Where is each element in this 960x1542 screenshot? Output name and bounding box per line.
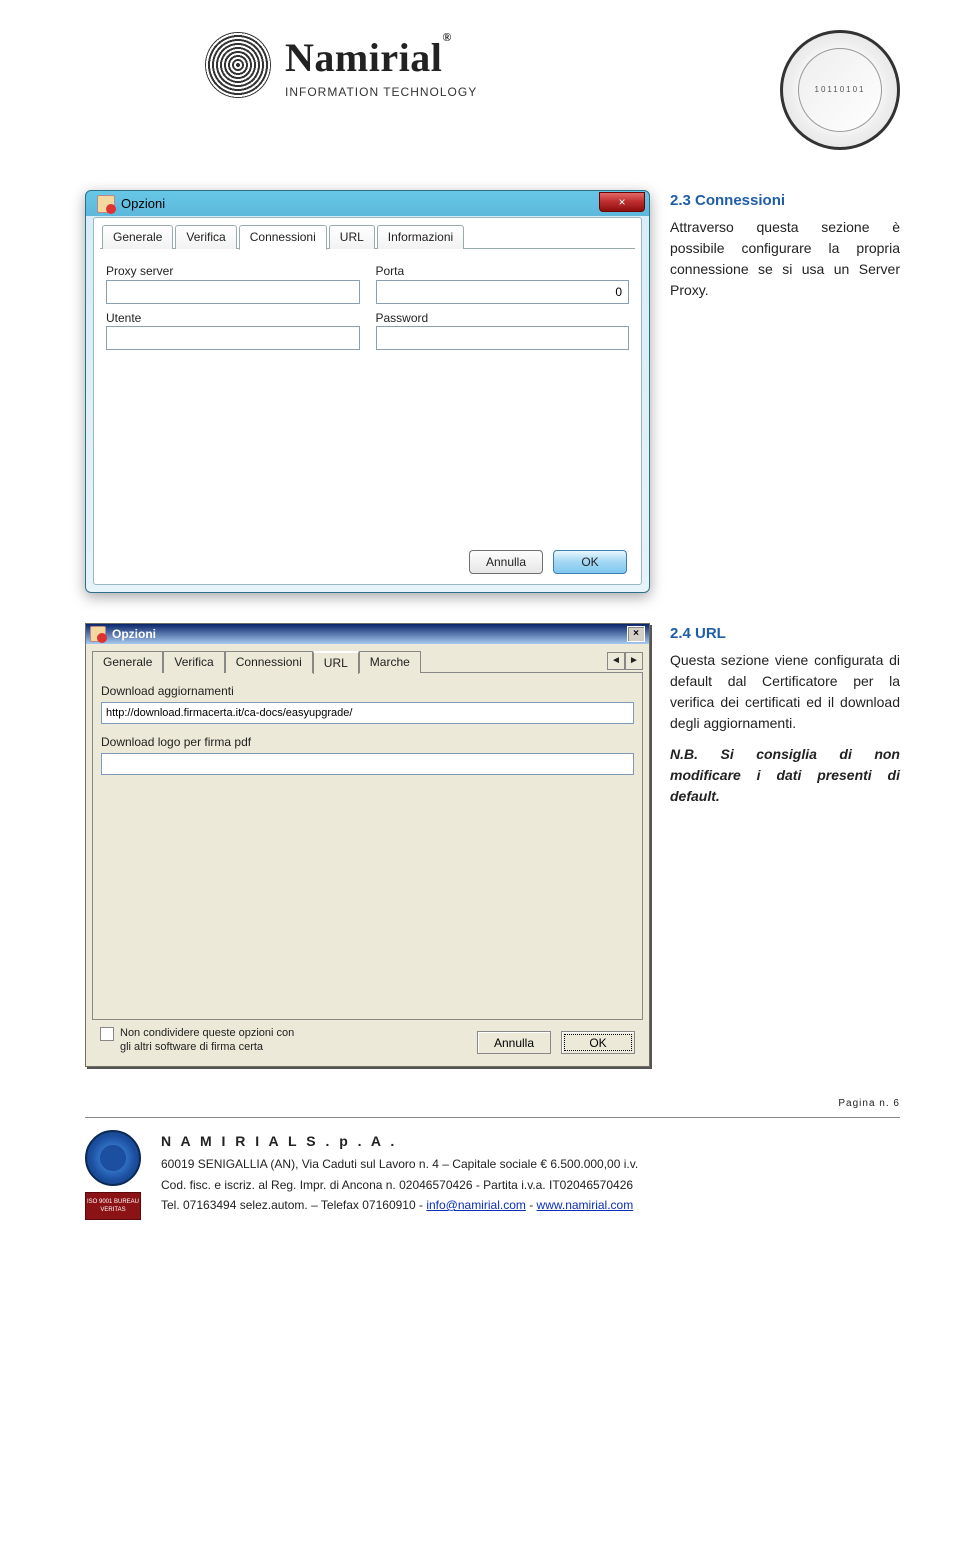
ok-button[interactable]: OK [561,1031,635,1054]
stamp-inner: 10110101 [798,48,882,132]
port-label: Porta [376,263,630,280]
cancel-button[interactable]: Annulla [469,550,543,574]
page-number: Pagina n. 6 [85,1097,900,1111]
section-body: Questa sezione viene configurata di defa… [670,652,900,731]
tab-url[interactable]: URL [313,651,359,674]
window-title: Opzioni [112,626,156,643]
tab-verifica[interactable]: Verifica [163,651,224,673]
download-logo-input[interactable] [101,753,634,775]
download-logo-label: Download logo per firma pdf [101,734,634,751]
footer-sep: - [526,1198,537,1212]
divider [85,1117,900,1118]
app-icon [97,195,115,213]
user-label: Utente [106,310,360,327]
footer-email-link[interactable]: info@namirial.com [426,1198,526,1212]
brand-text: Namirial® INFORMATION TECHNOLOGY [285,30,477,101]
certification-stamp-icon: 10110101 [780,30,900,150]
tab-informazioni[interactable]: Informazioni [377,225,464,249]
company-name: N A M I R I A L S . p . A . [161,1130,900,1154]
port-input[interactable] [376,280,630,304]
section-title: 2.3 Connessioni [670,190,900,213]
tab-connessioni[interactable]: Connessioni [225,651,313,673]
section-title: 2.4 URL [670,623,900,646]
page-header: Namirial® INFORMATION TECHNOLOGY 1011010… [85,30,900,150]
ok-button[interactable]: OK [553,550,627,574]
brand-tagline: INFORMATION TECHNOLOGY [285,84,477,101]
share-options-label: Non condividere queste opzioni con gli a… [120,1026,300,1055]
tab-verifica[interactable]: Verifica [175,225,236,249]
footer-line1: 60019 SENIGALLIA (AN), Via Caduti sul La… [161,1154,900,1174]
tab-row: Generale Verifica Connessioni URL Marche… [92,650,643,673]
close-button[interactable]: × [627,626,645,642]
dialog-titlebar[interactable]: Opzioni [93,191,642,217]
tab-row: Generale Verifica Connessioni URL Inform… [100,224,635,249]
brand-logo-icon [205,32,271,98]
close-button[interactable]: × [599,192,645,212]
tab-generale[interactable]: Generale [102,225,173,249]
page-footer: ISO 9001 BUREAU VERITAS N A M I R I A L … [85,1130,900,1220]
note-body: Si consiglia di non modificare i dati pr… [670,746,900,804]
bureau-veritas-badge-icon: ISO 9001 BUREAU VERITAS [85,1192,141,1220]
tab-scroll-right[interactable]: ► [625,652,643,670]
footer-web-link[interactable]: www.namirial.com [537,1198,634,1212]
tab-generale[interactable]: Generale [92,651,163,673]
download-updates-label: Download aggiornamenti [101,683,634,700]
dialog-connessioni: Opzioni × Generale Verifica Connessioni … [85,190,650,593]
section-text-url: 2.4 URL Questa sezione viene configurata… [670,623,900,807]
tab-scroll-left[interactable]: ◄ [607,652,625,670]
accredia-badge-icon [85,1130,141,1186]
share-options-checkbox[interactable]: Non condividere queste opzioni con gli a… [100,1026,300,1055]
download-updates-input[interactable] [101,702,634,724]
dialog-url: Opzioni × Generale Verifica Connessioni … [85,623,650,1067]
password-label: Password [376,310,630,327]
section-text-connessioni: 2.3 Connessioni Attraverso questa sezion… [670,190,900,301]
brand-reg: ® [442,30,451,44]
cancel-button[interactable]: Annulla [477,1031,551,1054]
user-input[interactable] [106,326,360,350]
footer-line2: Cod. fisc. e iscriz. al Reg. Impr. di An… [161,1175,900,1195]
password-input[interactable] [376,326,630,350]
window-title: Opzioni [121,195,165,213]
brand-name-text: Namirial [285,35,442,80]
proxy-input[interactable] [106,280,360,304]
proxy-label: Proxy server [106,263,360,280]
app-icon [90,626,106,642]
note-label: N.B. [670,746,698,762]
brand-block: Namirial® INFORMATION TECHNOLOGY [205,30,477,101]
tab-url[interactable]: URL [329,225,375,249]
footer-line3: Tel. 07163494 selez.autom. – Telefax 071… [161,1198,426,1212]
dialog-titlebar[interactable]: Opzioni × [86,624,649,644]
brand-name: Namirial® [285,30,477,86]
checkbox-icon[interactable] [100,1027,114,1041]
tab-marche[interactable]: Marche [359,651,421,673]
section-body: Attraverso questa sezione è possibile co… [670,219,900,298]
tab-connessioni[interactable]: Connessioni [239,225,327,250]
